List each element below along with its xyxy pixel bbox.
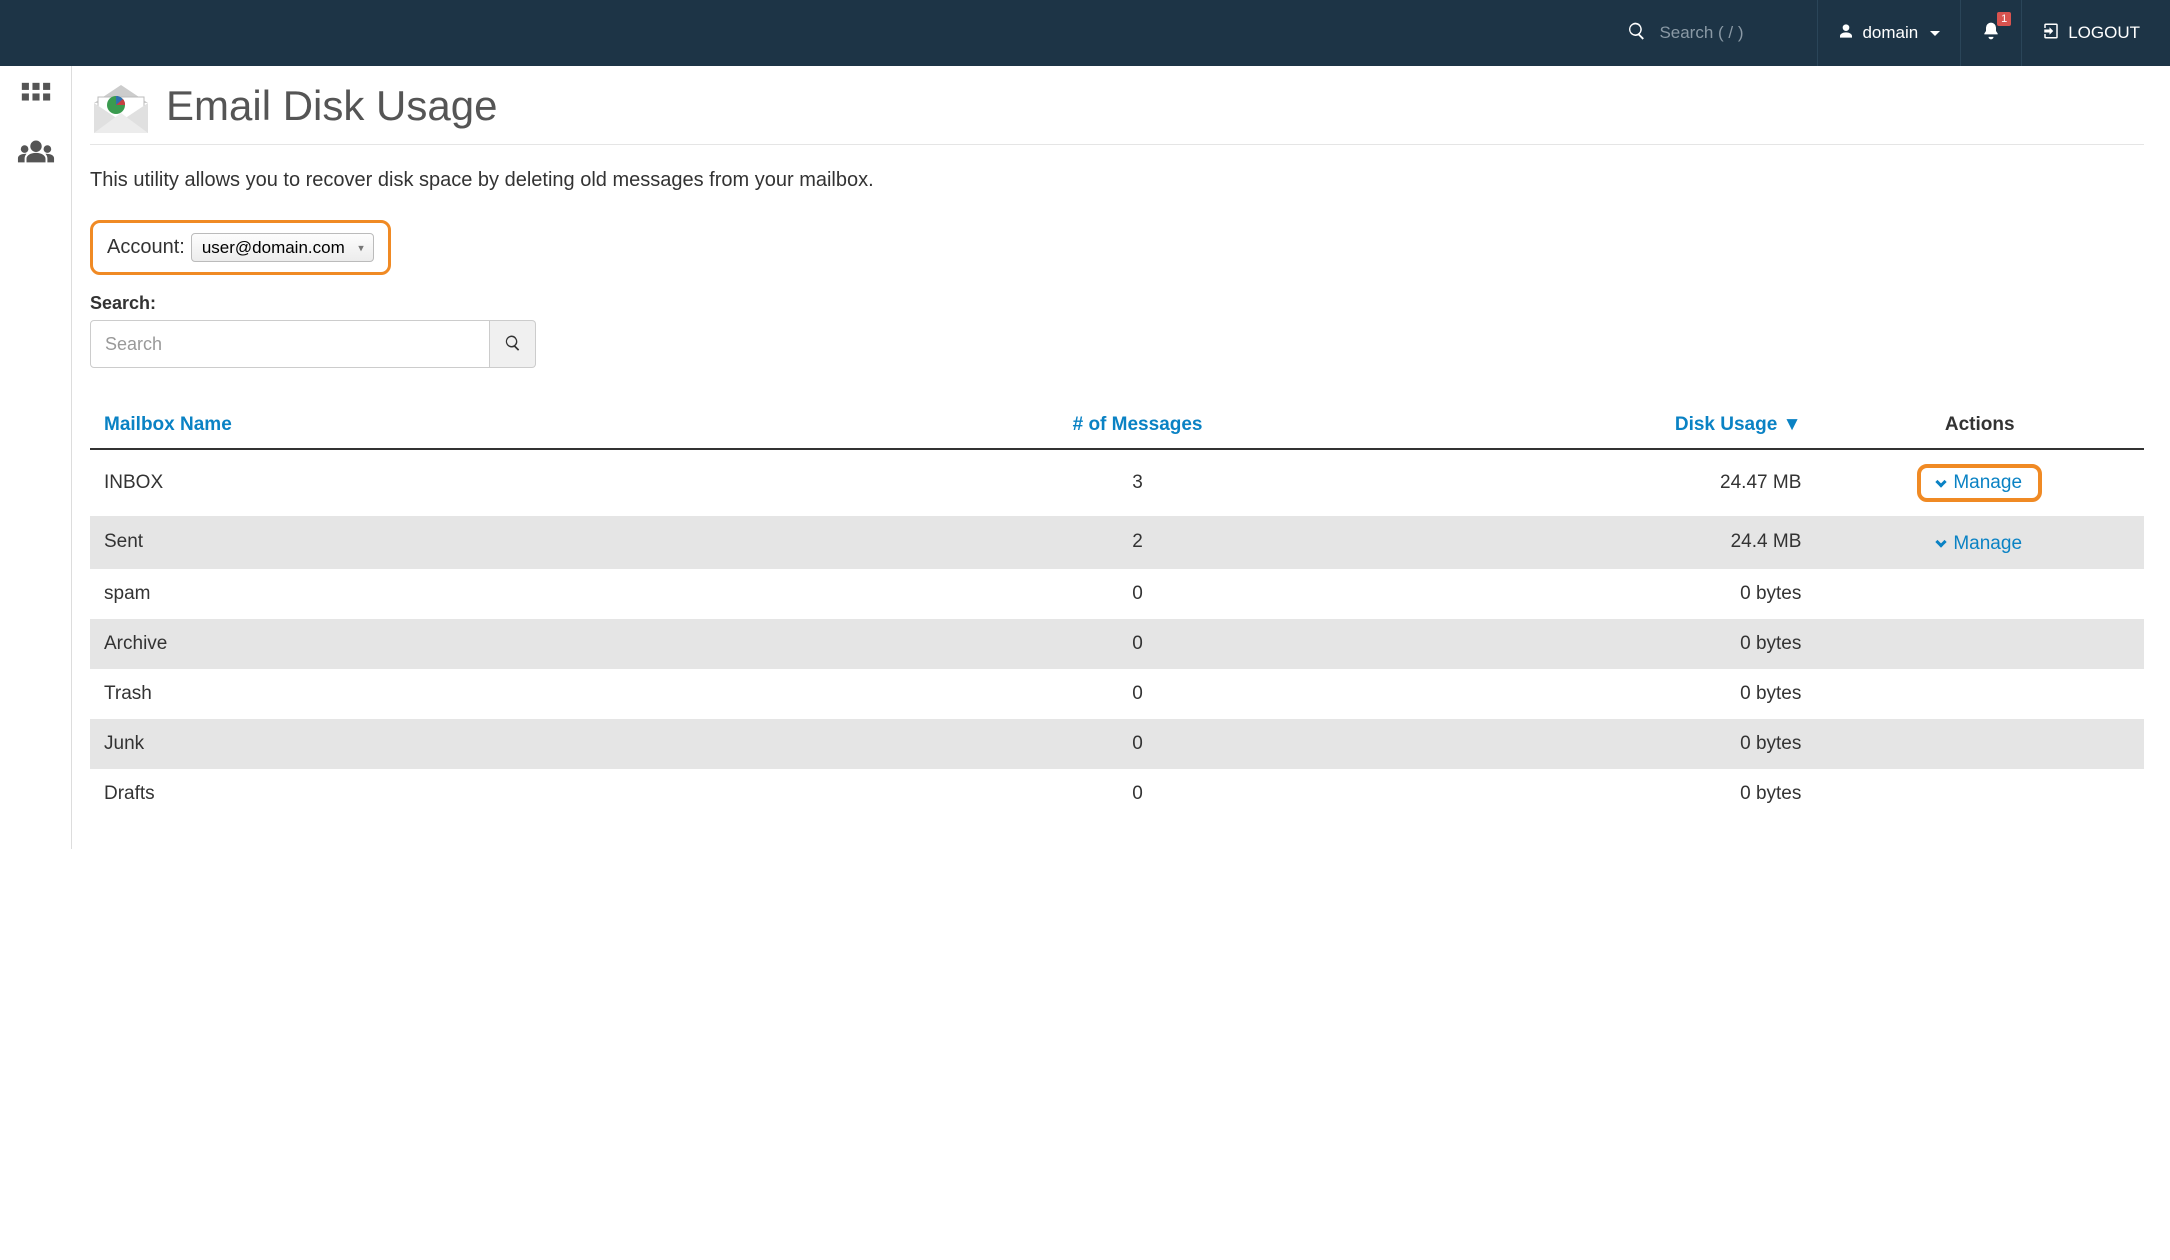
cell-actions [1815, 619, 2144, 669]
table-row: Junk00 bytes [90, 719, 2144, 769]
table-row: spam00 bytes [90, 569, 2144, 619]
account-selector-highlight: Account: user@domain.com [90, 220, 391, 275]
page-description: This utility allows you to recover disk … [90, 169, 2144, 192]
cell-mailbox-name: Trash [90, 669, 912, 719]
manage-label: Manage [1953, 533, 2022, 555]
search-icon [1627, 21, 1647, 45]
search-input[interactable] [90, 320, 490, 368]
cell-mailbox-name: spam [90, 569, 912, 619]
cell-actions [1815, 719, 2144, 769]
cell-actions [1815, 769, 2144, 819]
cell-mailbox-name: Junk [90, 719, 912, 769]
cell-actions [1815, 569, 2144, 619]
manage-highlight: Manage [1917, 464, 2042, 502]
cell-mailbox-name: INBOX [90, 449, 912, 516]
cell-actions [1815, 669, 2144, 719]
cell-message-count: 0 [912, 719, 1364, 769]
col-header-name[interactable]: Mailbox Name [90, 402, 912, 449]
cell-message-count: 3 [912, 449, 1364, 516]
cell-message-count: 0 [912, 619, 1364, 669]
user-icon [1838, 23, 1854, 44]
cell-mailbox-name: Sent [90, 516, 912, 569]
table-row: Drafts00 bytes [90, 769, 2144, 819]
search-row [90, 320, 2144, 368]
manage-label: Manage [1953, 472, 2022, 494]
search-button[interactable] [490, 320, 536, 368]
cell-message-count: 2 [912, 516, 1364, 569]
logout-button[interactable]: LOGOUT [2021, 0, 2160, 66]
col-header-messages[interactable]: # of Messages [912, 402, 1364, 449]
cell-disk-usage: 24.4 MB [1364, 516, 1816, 569]
cell-disk-usage: 24.47 MB [1364, 449, 1816, 516]
cell-mailbox-name: Archive [90, 619, 912, 669]
cell-disk-usage: 0 bytes [1364, 719, 1816, 769]
user-menu[interactable]: domain [1817, 0, 1960, 66]
user-label: domain [1862, 23, 1918, 43]
account-label: Account: [107, 236, 185, 259]
cell-disk-usage: 0 bytes [1364, 619, 1816, 669]
table-row: Trash00 bytes [90, 669, 2144, 719]
account-select[interactable]: user@domain.com [191, 233, 374, 262]
mailbox-table: Mailbox Name # of Messages Disk Usage ▼ … [90, 402, 2144, 819]
search-icon [504, 334, 522, 355]
table-row: Sent224.4 MB Manage [90, 516, 2144, 569]
users-icon[interactable] [17, 136, 55, 170]
page-header: Email Disk Usage [90, 82, 2144, 145]
table-row: INBOX324.47 MB Manage [90, 449, 2144, 516]
cell-message-count: 0 [912, 769, 1364, 819]
cell-disk-usage: 0 bytes [1364, 569, 1816, 619]
logout-label: LOGOUT [2068, 23, 2140, 43]
global-search-input[interactable] [1659, 23, 1799, 43]
table-row: Archive00 bytes [90, 619, 2144, 669]
col-header-actions: Actions [1815, 402, 2144, 449]
cell-actions: Manage [1815, 449, 2144, 516]
search-label: Search: [90, 293, 2144, 314]
chevron-down-icon [1930, 31, 1940, 36]
notification-badge: 1 [1997, 12, 2011, 26]
manage-button[interactable]: Manage [1937, 472, 2022, 494]
topbar: domain 1 LOGOUT [0, 0, 2170, 66]
cell-message-count: 0 [912, 569, 1364, 619]
col-header-disk[interactable]: Disk Usage ▼ [1364, 402, 1816, 449]
page-title: Email Disk Usage [166, 82, 497, 130]
main-content: Email Disk Usage This utility allows you… [72, 66, 2170, 849]
cell-disk-usage: 0 bytes [1364, 769, 1816, 819]
apps-grid-icon[interactable] [19, 80, 53, 118]
global-search[interactable] [1609, 0, 1817, 66]
chevron-down-icon [1936, 476, 1947, 487]
cell-disk-usage: 0 bytes [1364, 669, 1816, 719]
notifications-button[interactable]: 1 [1960, 0, 2021, 66]
chevron-down-icon [1936, 536, 1947, 547]
manage-button[interactable]: Manage [1937, 533, 2022, 555]
cell-message-count: 0 [912, 669, 1364, 719]
sidebar [0, 66, 72, 849]
email-disk-usage-icon [90, 83, 148, 129]
cell-actions: Manage [1815, 516, 2144, 569]
cell-mailbox-name: Drafts [90, 769, 912, 819]
logout-icon [2042, 22, 2060, 45]
